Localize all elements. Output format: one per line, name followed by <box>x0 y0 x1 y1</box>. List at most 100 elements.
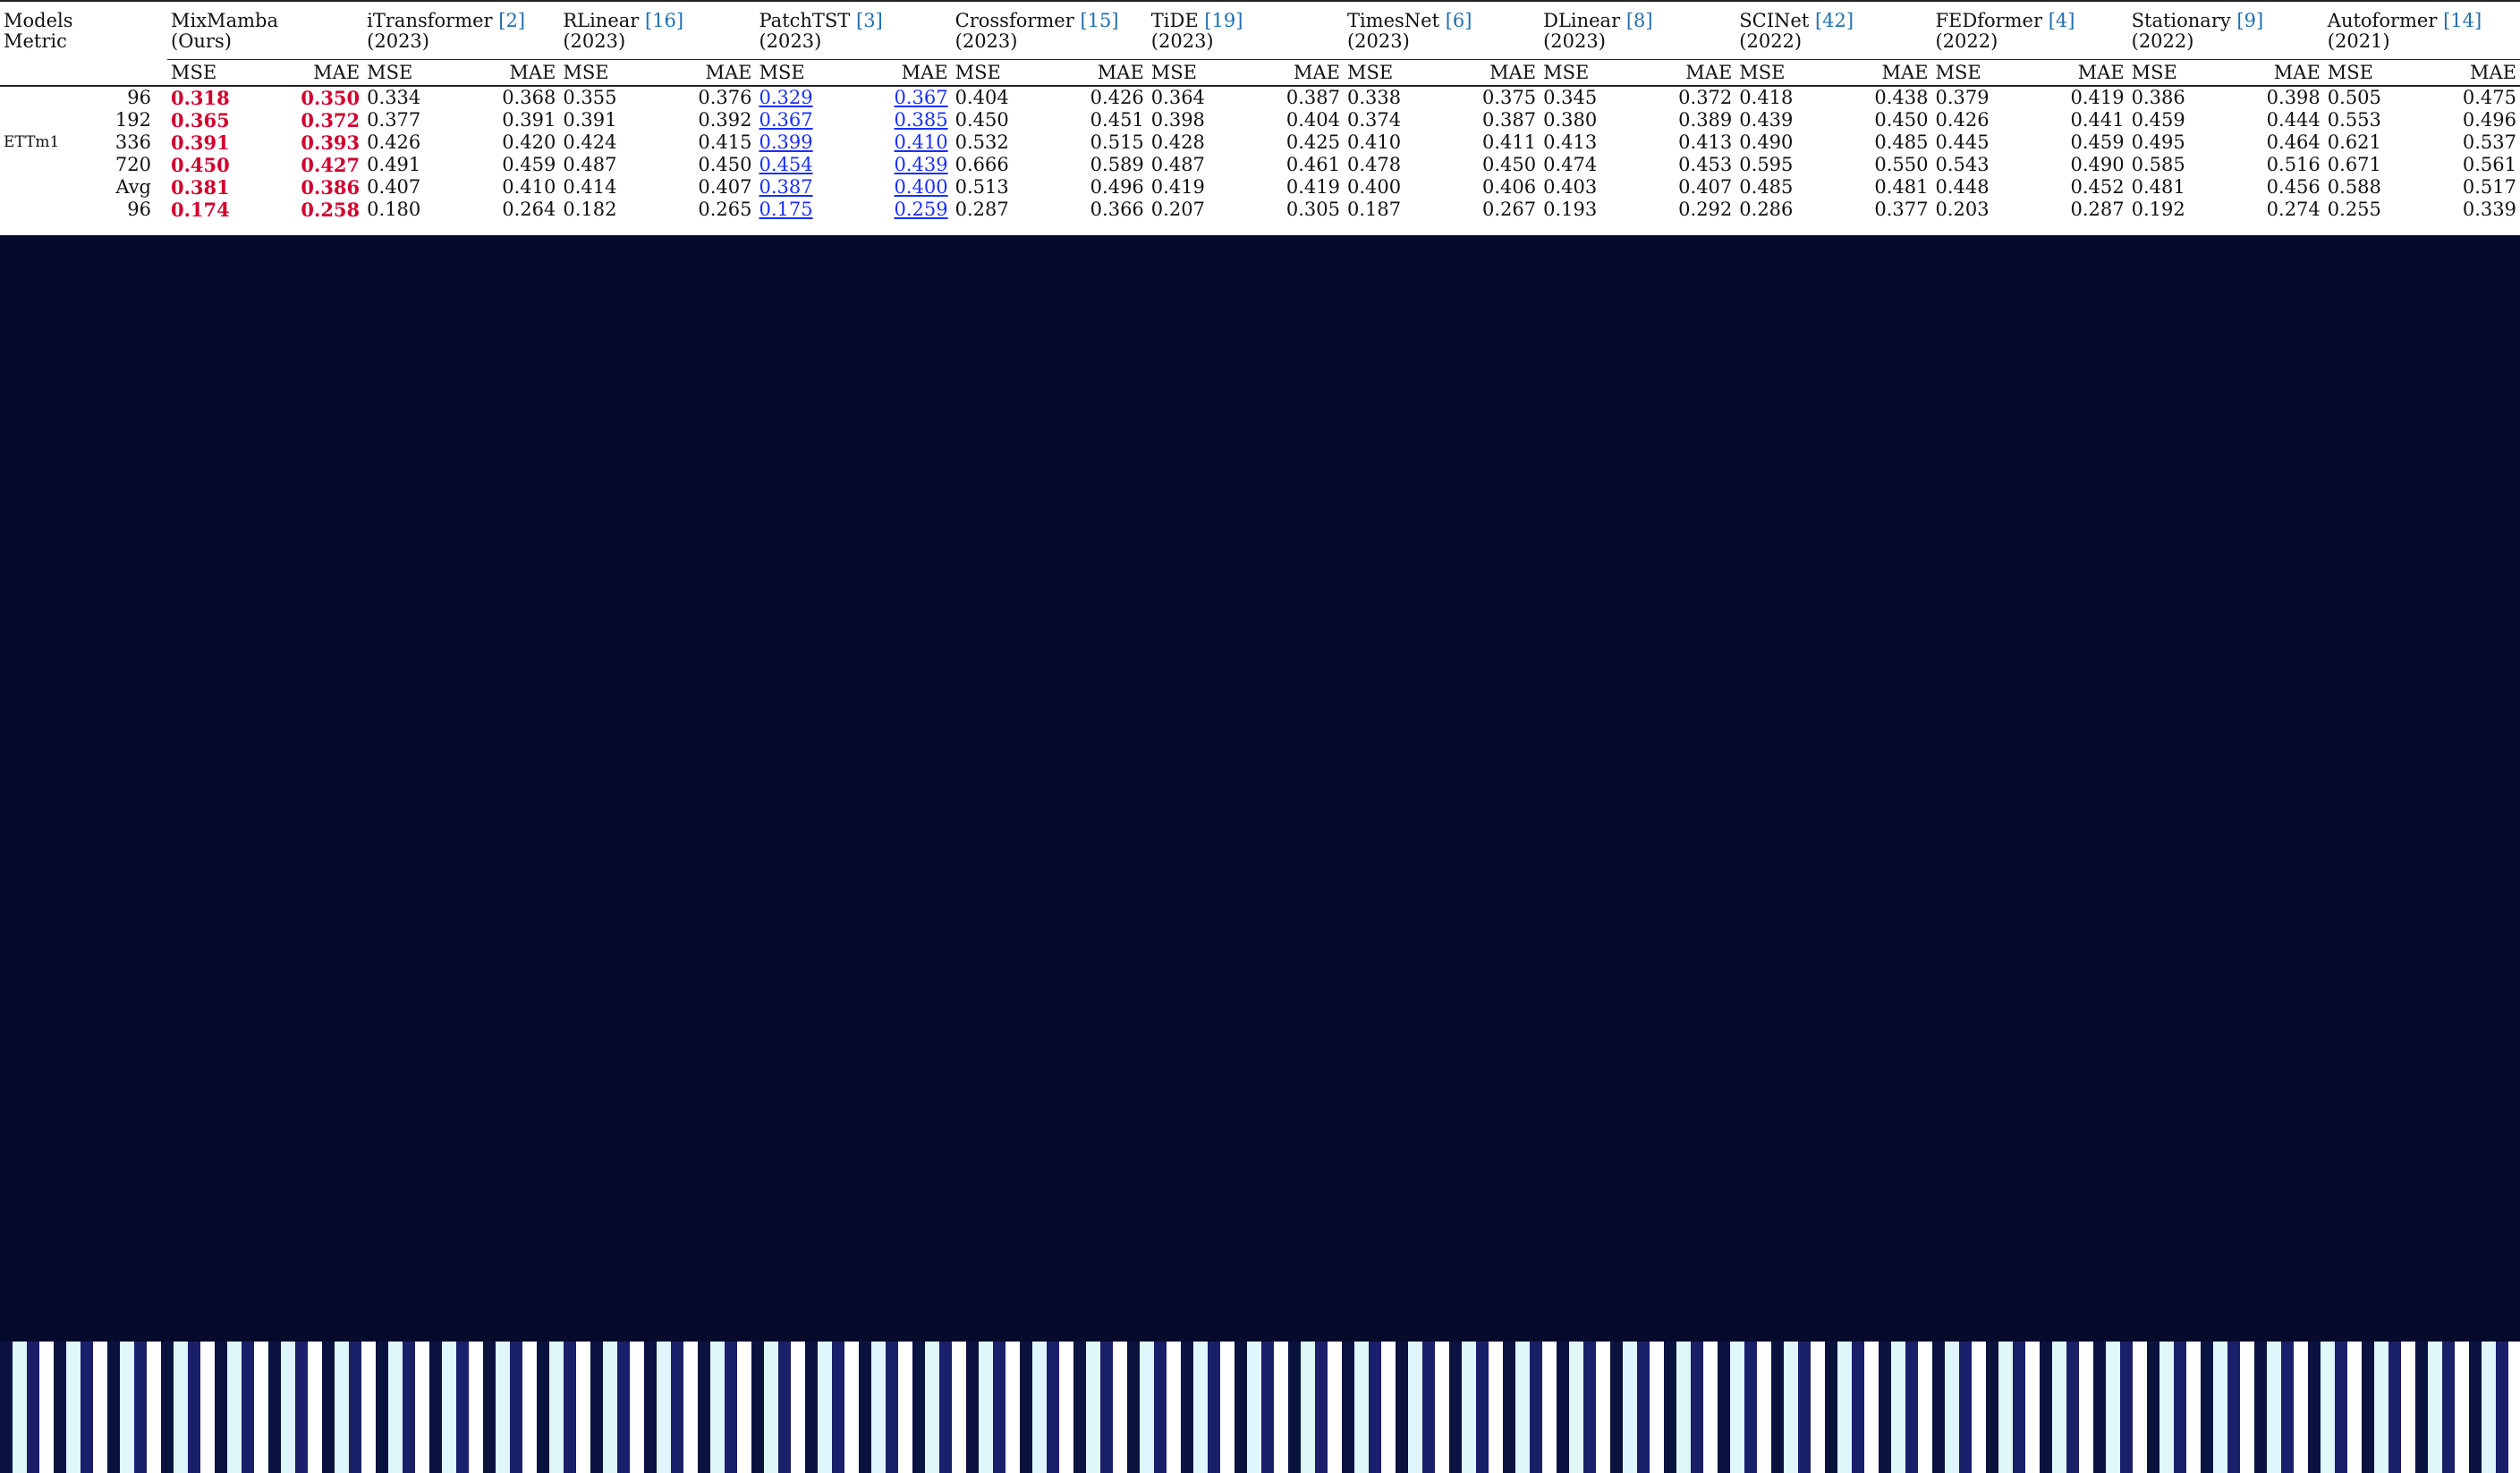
mae-cell: 0.441 <box>2070 109 2125 131</box>
mae-cell: 0.426 <box>1090 87 1144 108</box>
model-name-text: PatchTST <box>759 10 851 31</box>
model-header-2: RLinear [16] (2023) <box>559 0 756 60</box>
mse-cell: 0.487 <box>1150 154 1205 175</box>
model-name-text: Crossformer <box>955 10 1074 31</box>
mae-cell: 0.427 <box>301 154 361 176</box>
model-citation[interactable]: [6] <box>1446 10 1472 31</box>
mse-cell: 0.329 <box>759 87 813 108</box>
mse-cell: 0.365 <box>171 109 230 131</box>
model-citation[interactable]: [2] <box>498 10 525 31</box>
mae-cell: 0.425 <box>1285 131 1340 153</box>
mae-header: MAE <box>657 59 756 87</box>
mse-header: MSE <box>1147 59 1246 87</box>
mse-cell: 0.380 <box>1543 109 1598 131</box>
mse-cell: 0.671 <box>2327 154 2381 175</box>
mae-cell: 0.439 <box>894 154 948 175</box>
dataset-label: ETTm1 <box>4 133 60 151</box>
mse-cell: 0.595 <box>1739 154 1794 175</box>
mae-cell: 0.419 <box>1285 176 1340 198</box>
model-name-text: TimesNet <box>1346 10 1440 31</box>
mae-cell: 0.400 <box>894 176 948 198</box>
model-header-6: TimesNet [6] (2023) <box>1343 0 1540 60</box>
model-year: (2022) <box>1935 30 1998 52</box>
mse-header: MSE <box>363 59 462 87</box>
model-name-text: DLinear <box>1543 10 1621 31</box>
mae-cell: 0.305 <box>1285 199 1340 220</box>
mae-cell: 0.459 <box>2070 131 2125 153</box>
mse-header: MSE <box>1343 59 1442 87</box>
dataset-label <box>0 199 90 221</box>
mse-cell: 0.400 <box>1346 176 1402 198</box>
mae-cell: 0.459 <box>502 154 556 175</box>
mse-cell: 0.387 <box>759 176 813 198</box>
mae-cell: 0.496 <box>2462 109 2516 131</box>
mse-cell: 0.203 <box>1935 199 1990 220</box>
model-header-1: iTransformer [2] (2023) <box>363 0 560 60</box>
model-year: (2022) <box>1739 30 1803 52</box>
table-row: 720 0.450 0.427 0.491 0.459 0.487 0.450 0.454 0.… <box>0 154 2520 176</box>
model-name: Crossformer [15] <box>955 11 1144 31</box>
mae-cell: 0.464 <box>2266 131 2321 153</box>
model-citation[interactable]: [4] <box>2049 10 2075 31</box>
mse-cell: 0.399 <box>759 131 813 153</box>
mae-cell: 0.407 <box>1678 176 1733 198</box>
mae-cell: 0.450 <box>698 154 752 175</box>
model-year: (Ours) <box>171 30 232 52</box>
model-citation[interactable]: [3] <box>856 10 883 31</box>
mae-cell: 0.413 <box>1678 131 1733 153</box>
model-citation[interactable]: [8] <box>1626 10 1653 31</box>
mse-cell: 0.255 <box>2327 199 2381 220</box>
model-citation[interactable]: [9] <box>2236 10 2263 31</box>
mse-cell: 0.377 <box>367 109 421 131</box>
mae-header: MAE <box>461 59 560 87</box>
model-name: FEDformer [4] <box>1935 11 2124 31</box>
model-name-text: iTransformer <box>367 10 493 31</box>
mse-cell: 0.485 <box>1739 176 1794 198</box>
mse-cell: 0.391 <box>171 131 230 154</box>
model-citation[interactable]: [19] <box>1204 10 1243 31</box>
horizon-label: Avg <box>115 176 151 198</box>
model-citation[interactable]: [16] <box>645 10 683 31</box>
horizon-label: 96 <box>127 87 151 108</box>
mae-cell: 0.393 <box>301 131 361 154</box>
mae-cell: 0.406 <box>1481 176 1537 198</box>
mae-header: MAE <box>1441 59 1540 87</box>
mse-cell: 0.174 <box>171 199 230 221</box>
model-name: TiDE [19] <box>1151 11 1340 31</box>
mse-cell: 0.193 <box>1543 199 1598 220</box>
mse-cell: 0.439 <box>1739 109 1794 131</box>
results-body: 96 0.318 0.350 0.334 0.368 0.355 0.376 0.329 0.3… <box>0 86 2520 221</box>
model-name: Autoformer [14] <box>2328 11 2516 31</box>
mae-cell: 0.481 <box>1874 176 1929 198</box>
mae-cell: 0.259 <box>894 199 948 220</box>
model-header-9: FEDformer [4] (2022) <box>1931 0 2128 60</box>
model-citation[interactable]: [15] <box>1080 10 1118 31</box>
mse-cell: 0.424 <box>563 131 617 153</box>
mse-cell: 0.426 <box>1935 109 1990 131</box>
table-row: 96 0.318 0.350 0.334 0.368 0.355 0.376 0.329 0.3… <box>0 86 2520 109</box>
mae-cell: 0.589 <box>1090 154 1144 175</box>
mae-cell: 0.366 <box>1090 199 1144 220</box>
mse-cell: 0.487 <box>563 154 617 175</box>
model-name: RLinear [16] <box>563 11 751 31</box>
mae-cell: 0.391 <box>502 109 556 131</box>
mse-cell: 0.448 <box>1935 176 1990 198</box>
mse-cell: 0.338 <box>1346 87 1402 108</box>
mse-cell: 0.318 <box>171 87 230 109</box>
dataset-label <box>0 86 90 109</box>
mae-cell: 0.438 <box>1874 87 1929 108</box>
mse-cell: 0.386 <box>2131 87 2185 108</box>
model-citation[interactable]: [14] <box>2443 10 2482 31</box>
model-header-0: MixMamba (Ours) <box>167 0 364 60</box>
model-name-text: FEDformer <box>1935 10 2043 31</box>
mse-cell: 0.413 <box>1543 131 1598 153</box>
model-citation[interactable]: [42] <box>1815 10 1854 31</box>
mae-cell: 0.410 <box>894 131 948 153</box>
mse-cell: 0.428 <box>1150 131 1205 153</box>
model-name-text: Autoformer <box>2327 10 2438 31</box>
mae-cell: 0.372 <box>1678 87 1733 108</box>
model-name: DLinear [8] <box>1543 11 1732 31</box>
mse-cell: 0.207 <box>1150 199 1205 220</box>
model-name-text: Stationary <box>2131 10 2231 31</box>
mse-cell: 0.407 <box>367 176 421 198</box>
